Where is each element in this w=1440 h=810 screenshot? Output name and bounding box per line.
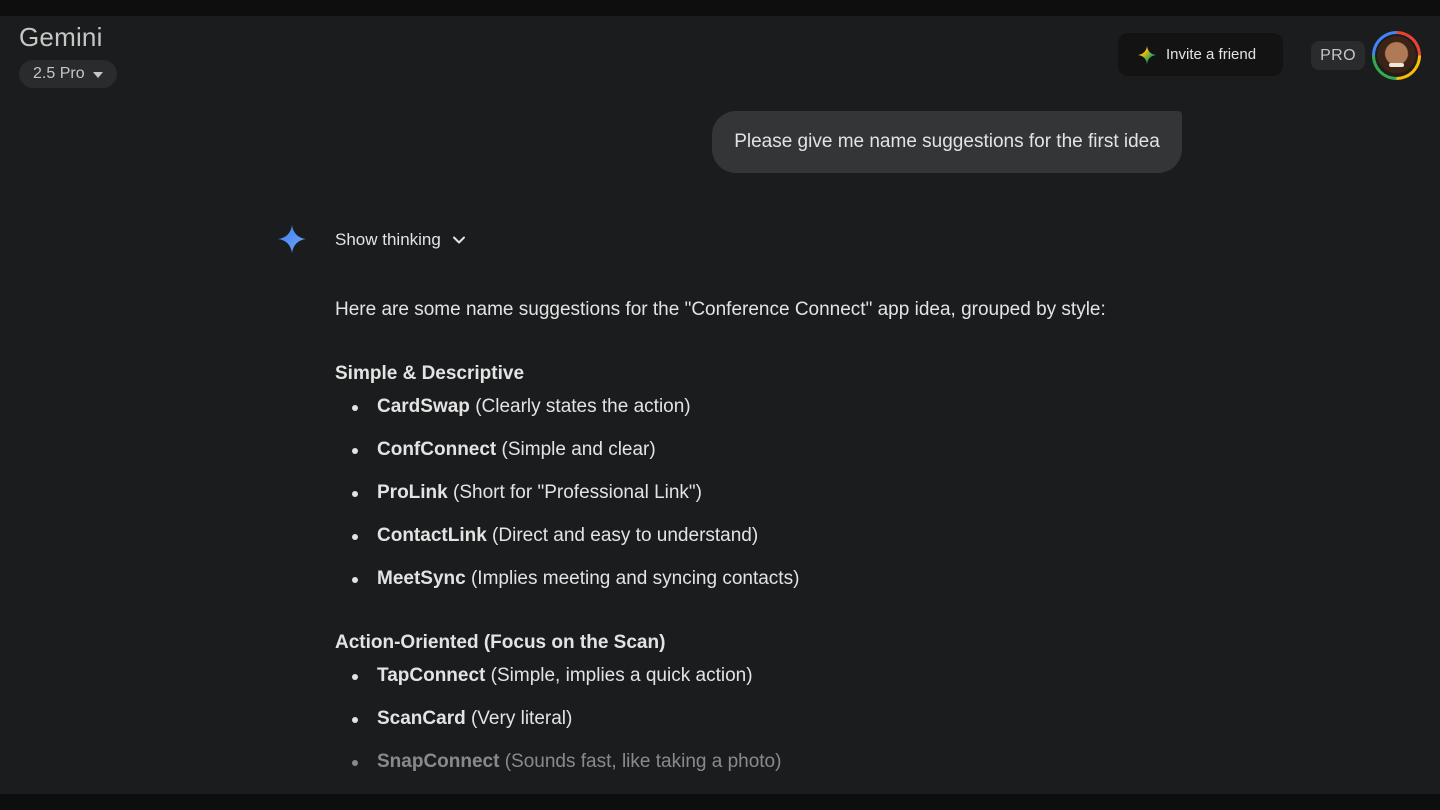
app-title: Gemini — [19, 22, 103, 52]
chevron-down-icon — [452, 236, 465, 244]
invite-friend-button[interactable]: Invite a friend — [1118, 33, 1283, 76]
user-message-bubble: Please give me name suggestions for the … — [712, 111, 1182, 173]
suggestion-name: ScanCard — [377, 708, 466, 729]
list-item: CardSwap (Clearly states the action) — [335, 393, 1195, 436]
invite-label: Invite a friend — [1166, 46, 1257, 63]
suggestion-name: TapConnect — [377, 665, 486, 686]
show-thinking-toggle[interactable]: Show thinking — [335, 228, 467, 252]
suggestion-note: (Short for "Professional Link") — [447, 482, 702, 503]
avatar-photo — [1377, 36, 1416, 75]
list-item: ScanCard (Very literal) — [335, 705, 1195, 748]
response-intro: Here are some name suggestions for the "… — [335, 299, 1106, 320]
suggestion-note: (Simple, implies a quick action) — [485, 665, 753, 686]
list-item: ProLink (Short for "Professional Link") — [335, 479, 1195, 522]
bottom-bar — [0, 794, 1440, 810]
list-item: ContactLink (Direct and easy to understa… — [335, 522, 1195, 565]
model-picker[interactable]: 2.5 Pro — [19, 60, 117, 88]
list-item: MeetSync (Implies meeting and syncing co… — [335, 565, 1195, 608]
section-heading: Simple & Descriptive — [335, 363, 525, 384]
list-item: TapConnect (Simple, implies a quick acti… — [335, 662, 1195, 705]
suggestion-name: SnapConnect — [377, 751, 500, 772]
suggestion-name: CardSwap — [377, 396, 470, 417]
app-window: Gemini 2.5 Pro Invite a friend PRO Pleas… — [0, 16, 1440, 794]
avatar[interactable] — [1372, 31, 1421, 80]
list-item: SnapConnect (Sounds fast, like taking a … — [335, 748, 1195, 791]
model-label: 2.5 Pro — [33, 65, 85, 82]
suggestion-name: ContactLink — [377, 525, 487, 546]
gemini-sparkle-icon — [1137, 45, 1157, 64]
gemini-sparkle-icon — [278, 225, 306, 253]
suggestion-list: TapConnect (Simple, implies a quick acti… — [335, 662, 1195, 791]
section-heading: Action-Oriented (Focus on the Scan) — [335, 632, 666, 653]
model-response: Here are some name suggestions for the "… — [335, 296, 1195, 791]
suggestion-note: (Direct and easy to understand) — [486, 525, 759, 546]
suggestion-note: (Simple and clear) — [496, 439, 656, 460]
show-thinking-label: Show thinking — [335, 230, 441, 249]
suggestion-note: (Implies meeting and syncing contacts) — [465, 568, 800, 589]
suggestion-name: MeetSync — [377, 568, 466, 589]
suggestion-name: ProLink — [377, 482, 448, 503]
pro-badge: PRO — [1311, 41, 1365, 70]
suggestion-note: (Very literal) — [465, 708, 573, 729]
suggestion-note: (Clearly states the action) — [469, 396, 691, 417]
caret-down-icon — [92, 72, 103, 78]
suggestion-list: CardSwap (Clearly states the action) Con… — [335, 393, 1195, 608]
user-message-text: Please give me name suggestions for the … — [734, 131, 1160, 152]
suggestion-note: (Sounds fast, like taking a photo) — [499, 751, 782, 772]
list-item: ConfConnect (Simple and clear) — [335, 436, 1195, 479]
suggestion-name: ConfConnect — [377, 439, 497, 460]
